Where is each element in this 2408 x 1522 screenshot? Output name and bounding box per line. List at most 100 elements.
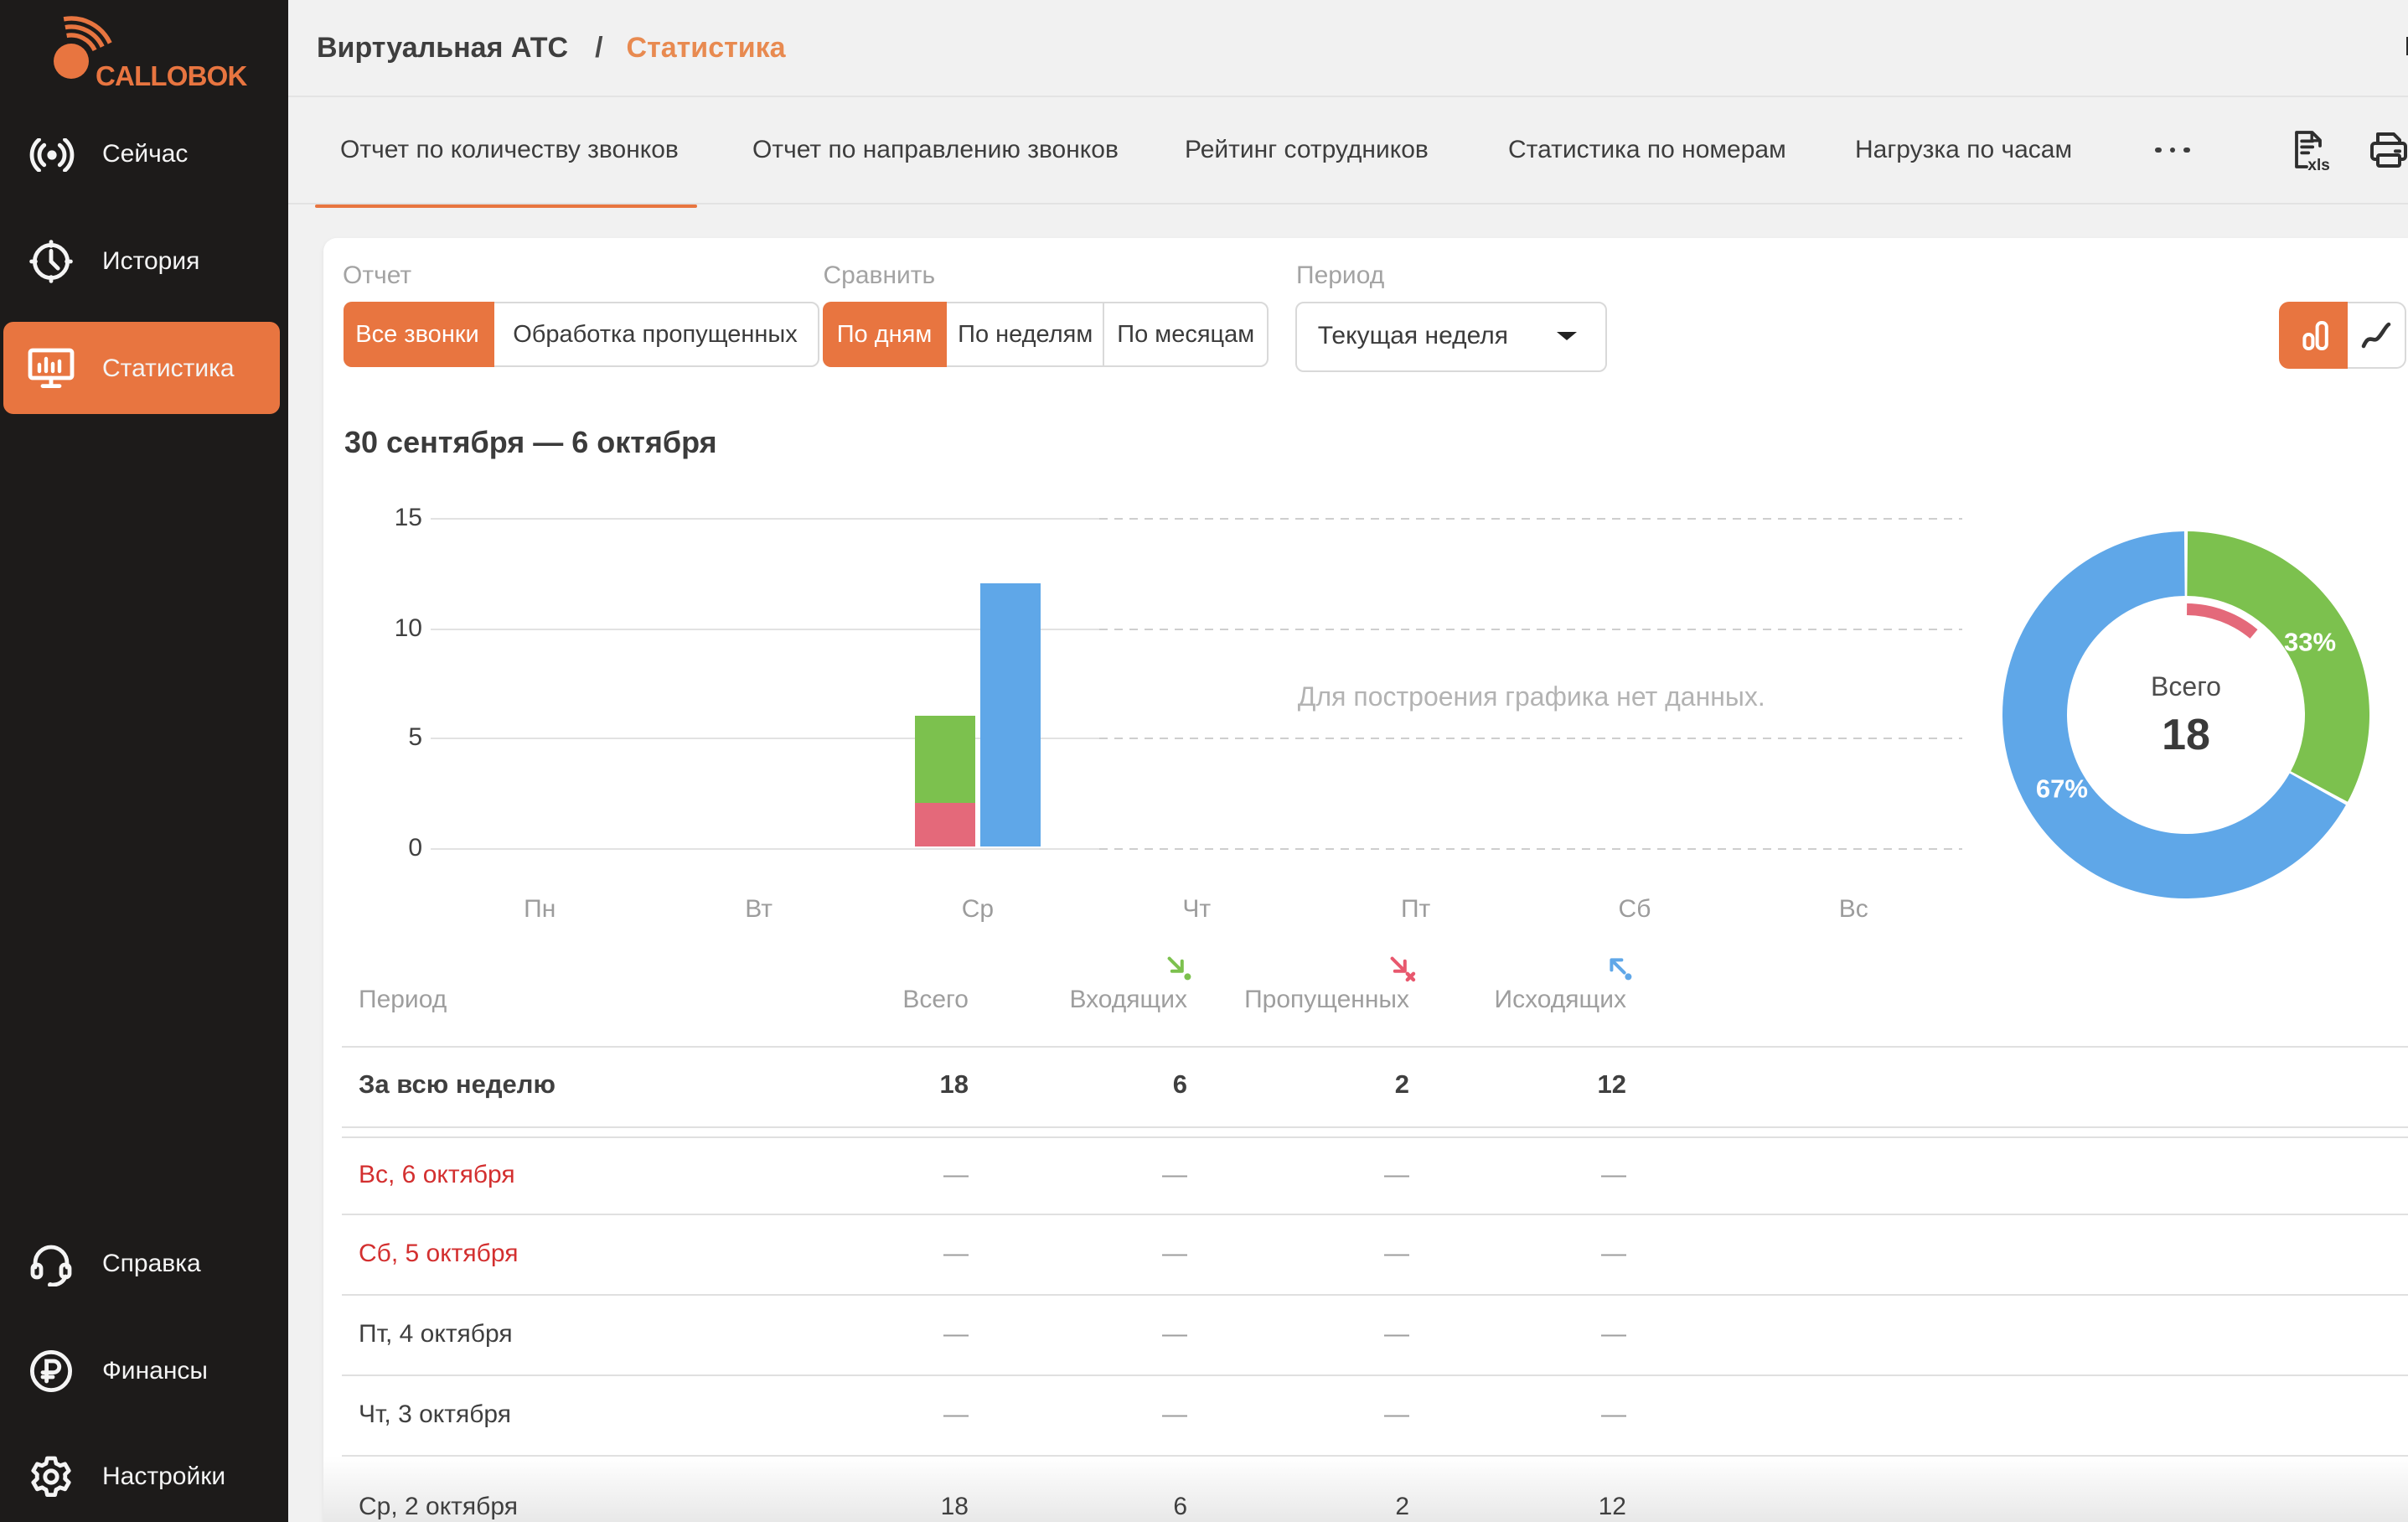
- cell-incoming: 6: [1020, 1493, 1187, 1521]
- tab-load-by-hours[interactable]: Нагрузка по часам: [1855, 97, 2072, 203]
- table-row[interactable]: Вс, 6 октября — — — —: [323, 1136, 2408, 1213]
- cell-outgoing: —: [1459, 1400, 1626, 1429]
- chart-monitor-icon: [25, 342, 77, 394]
- sidebar-item-label: Статистика: [102, 354, 235, 382]
- table-border: [342, 1126, 2408, 1128]
- x-axis-label: Сб: [1568, 894, 1702, 923]
- sidebar-item-label: Справка: [102, 1250, 201, 1278]
- cell-missed: —: [1242, 1160, 1409, 1188]
- column-header-total[interactable]: Всего: [801, 985, 969, 1013]
- cell-total: —: [801, 1160, 969, 1188]
- x-axis-label: Чт: [1129, 894, 1263, 923]
- row-label: Чт, 3 октября: [359, 1400, 511, 1429]
- sidebar-item-label: Финансы: [102, 1356, 208, 1385]
- table-row[interactable]: Пт, 4 октября — — — —: [323, 1293, 2408, 1374]
- cell-total: —: [801, 1239, 969, 1267]
- missed-call-icon: [1385, 951, 1415, 981]
- cell-incoming: —: [1020, 1160, 1187, 1188]
- cell-incoming: —: [1020, 1400, 1187, 1429]
- clock-icon: [25, 236, 77, 287]
- tab-calls-direction-report[interactable]: Отчет по направлению звонков: [752, 97, 1119, 203]
- print-icon[interactable]: [2367, 97, 2408, 203]
- sidebar-item-label: Сейчас: [102, 140, 188, 168]
- sidebar-item-settings[interactable]: Настройки: [3, 1431, 280, 1522]
- table-row[interactable]: Чт, 3 октября — — — —: [323, 1374, 2408, 1455]
- sidebar-item-label: История: [102, 247, 199, 276]
- donut-center: Всего 18: [2151, 673, 2221, 760]
- sidebar-item-now[interactable]: Сейчас: [3, 108, 280, 200]
- cell-total: —: [801, 1319, 969, 1348]
- headset-icon: [25, 1238, 77, 1290]
- breadcrumb-root[interactable]: Виртуальная АТС: [317, 31, 568, 65]
- xls-export-icon[interactable]: xls: [2287, 97, 2329, 203]
- sidebar-item-history[interactable]: История: [3, 215, 280, 308]
- table-summary-row[interactable]: За всю неделю 18 6 2 12: [323, 1047, 2408, 1126]
- donut-slice-Входящих: [2187, 531, 2369, 801]
- cell-missed: —: [1242, 1239, 1409, 1267]
- y-axis-label: 15: [352, 504, 422, 532]
- x-axis-label: Пн: [473, 894, 607, 923]
- sidebar-item-finance[interactable]: Финансы: [3, 1324, 280, 1416]
- sidebar-item-help[interactable]: Справка: [3, 1218, 280, 1310]
- virtual-pbx-statistics-page: CALLOBOK Сейчас: [0, 0, 2408, 1522]
- donut-slice-percent: 33%: [2284, 626, 2336, 655]
- gear-icon: [25, 1451, 77, 1503]
- active-tab-indicator: [315, 204, 696, 208]
- report-card: Отчет Сравнить Период Все звонки Обработ…: [323, 237, 2408, 1522]
- cell-incoming: —: [1020, 1239, 1187, 1267]
- donut-center-label: Всего: [2151, 673, 2221, 703]
- cell-total: 18: [801, 1493, 969, 1521]
- broadcast-icon: [25, 128, 77, 180]
- incoming-call-icon: [1163, 951, 1193, 981]
- cell-incoming: —: [1020, 1319, 1187, 1348]
- column-header-outgoing[interactable]: Исходящих: [1459, 985, 1626, 1013]
- dot: [2155, 148, 2161, 153]
- outgoing-call-icon: [1603, 951, 1633, 981]
- x-axis-label: Пт: [1349, 894, 1483, 923]
- row-label: Пт, 4 октября: [359, 1319, 513, 1348]
- cell-outgoing: —: [1459, 1239, 1626, 1267]
- tabs-more-button[interactable]: [2155, 97, 2189, 203]
- breadcrumb: Виртуальная АТС / Статистика: [317, 0, 786, 96]
- tab-numbers-statistics[interactable]: Статистика по номерам: [1508, 97, 1786, 203]
- bar-Пропущенных: [915, 804, 975, 847]
- cell-missed: 2: [1242, 1072, 1409, 1102]
- donut-center-value: 18: [2151, 708, 2221, 760]
- y-axis-label: 10: [352, 613, 422, 642]
- cell-incoming: 6: [1020, 1072, 1187, 1102]
- logo[interactable]: CALLOBOK: [25, 15, 276, 109]
- row-label: Ср, 2 октября: [359, 1493, 518, 1521]
- column-header-missed[interactable]: Пропущенных: [1242, 985, 1409, 1013]
- dot: [2183, 148, 2189, 153]
- topbar: Виртуальная АТС / Статистика: [288, 0, 2408, 97]
- gridline: [431, 628, 1963, 629]
- donut-slice-percent: 67%: [2036, 774, 2088, 803]
- row-label: Сб, 5 октября: [359, 1239, 518, 1267]
- cell-missed: 2: [1242, 1493, 1409, 1521]
- cell-outgoing: —: [1459, 1319, 1626, 1348]
- cell-missed: —: [1242, 1400, 1409, 1429]
- sidebar-item-statistics[interactable]: Статистика: [3, 322, 280, 414]
- breadcrumb-separator: /: [595, 31, 602, 65]
- bar-Входящих: [915, 716, 975, 804]
- tab-calls-count-report[interactable]: Отчет по количеству звонков: [340, 97, 679, 203]
- x-axis-label: Ср: [911, 894, 1045, 923]
- tab-employees-rating[interactable]: Рейтинг сотрудников: [1185, 97, 1429, 203]
- cell-total: —: [801, 1400, 969, 1429]
- column-header-period[interactable]: Период: [359, 985, 447, 1013]
- no-data-message: Для построения графика нет данных.: [1298, 684, 1765, 714]
- cell-total: 18: [801, 1072, 969, 1102]
- cell-missed: —: [1242, 1319, 1409, 1348]
- cell-outgoing: 12: [1459, 1072, 1626, 1102]
- ruble-icon: [25, 1344, 77, 1396]
- sidebar-item-label: Настройки: [102, 1462, 225, 1491]
- row-label: Вс, 6 октября: [359, 1160, 515, 1188]
- y-axis-label: 5: [352, 723, 422, 752]
- row-label: За всю неделю: [359, 1072, 555, 1102]
- column-header-incoming[interactable]: Входящих: [1020, 985, 1187, 1013]
- dot: [2169, 148, 2175, 153]
- main-area: Виртуальная АТС / Статистика Отчет по ко…: [288, 0, 2408, 1522]
- table-row[interactable]: Сб, 5 октября — — — —: [323, 1213, 2408, 1293]
- x-axis-label: Вс: [1786, 894, 1920, 923]
- table-row[interactable]: Ср, 2 октября 18 6 2 12: [323, 1457, 2408, 1522]
